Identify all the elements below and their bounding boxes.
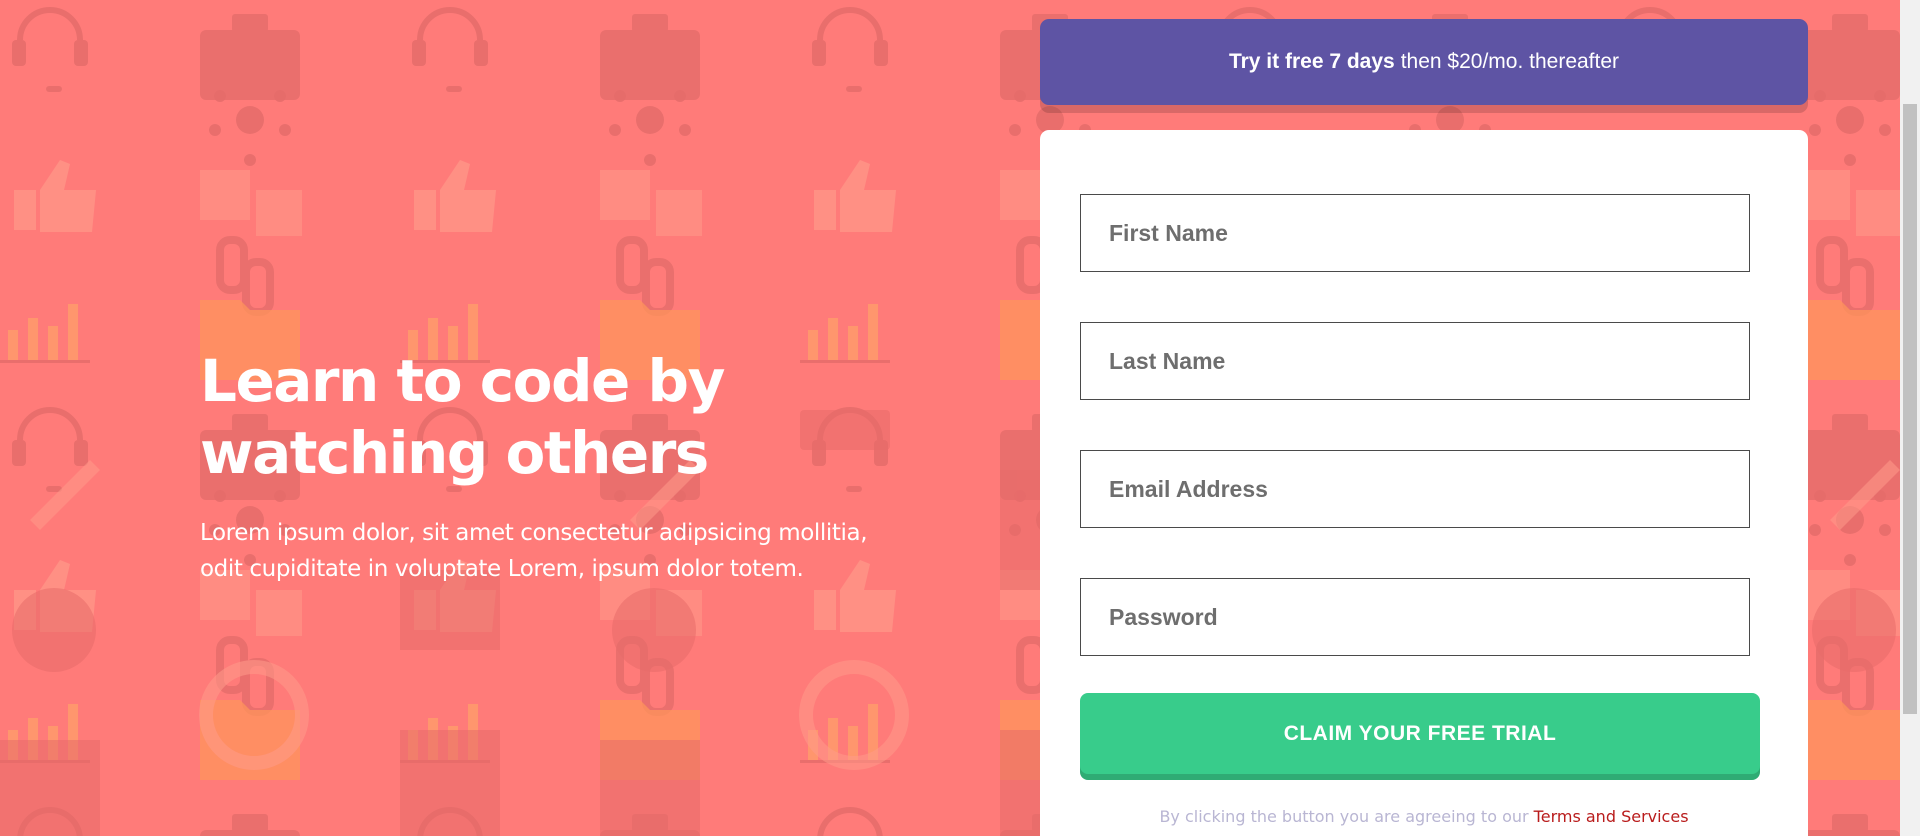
- page-scrollbar[interactable]: [1900, 0, 1920, 836]
- signup-form: CLAIM YOUR FREE TRIAL By clicking the bu…: [1040, 130, 1808, 836]
- email-field[interactable]: [1080, 450, 1750, 528]
- promo-bold-text: Try it free 7 days: [1228, 50, 1395, 73]
- hero-description: Lorem ipsum dolor, sit amet consectetur …: [200, 515, 960, 587]
- hero-title-line1: Learn to code by: [200, 347, 725, 415]
- last-name-field[interactable]: [1080, 322, 1750, 400]
- promo-rest-text: then $20/mo. thereafter: [1400, 50, 1620, 73]
- hero-description-line1: Lorem ipsum dolor, sit amet consectetur …: [200, 520, 868, 546]
- claim-free-trial-button[interactable]: CLAIM YOUR FREE TRIAL: [1080, 693, 1760, 774]
- terms-link[interactable]: Terms and Services: [1534, 807, 1689, 826]
- hero-description-line2: odit cupiditate in voluptate Lorem, ipsu…: [200, 556, 804, 582]
- terms-prefix: By clicking the button you are agreeing …: [1159, 807, 1529, 826]
- promo-banner: Try it free 7 days then $20/mo. thereaft…: [1040, 19, 1808, 105]
- hero-title-line2: watching others: [200, 419, 709, 487]
- first-name-input[interactable]: [1107, 218, 1749, 248]
- hero-section: Learn to code by watching others Lorem i…: [200, 345, 960, 587]
- password-field[interactable]: [1080, 578, 1750, 656]
- terms-notice: By clicking the button you are agreeing …: [1040, 807, 1808, 826]
- hero-title: Learn to code by watching others: [200, 345, 960, 489]
- scrollbar-thumb[interactable]: [1903, 104, 1917, 714]
- first-name-field[interactable]: [1080, 194, 1750, 272]
- password-input[interactable]: [1107, 602, 1749, 632]
- last-name-input[interactable]: [1107, 346, 1749, 376]
- email-input[interactable]: [1107, 474, 1749, 504]
